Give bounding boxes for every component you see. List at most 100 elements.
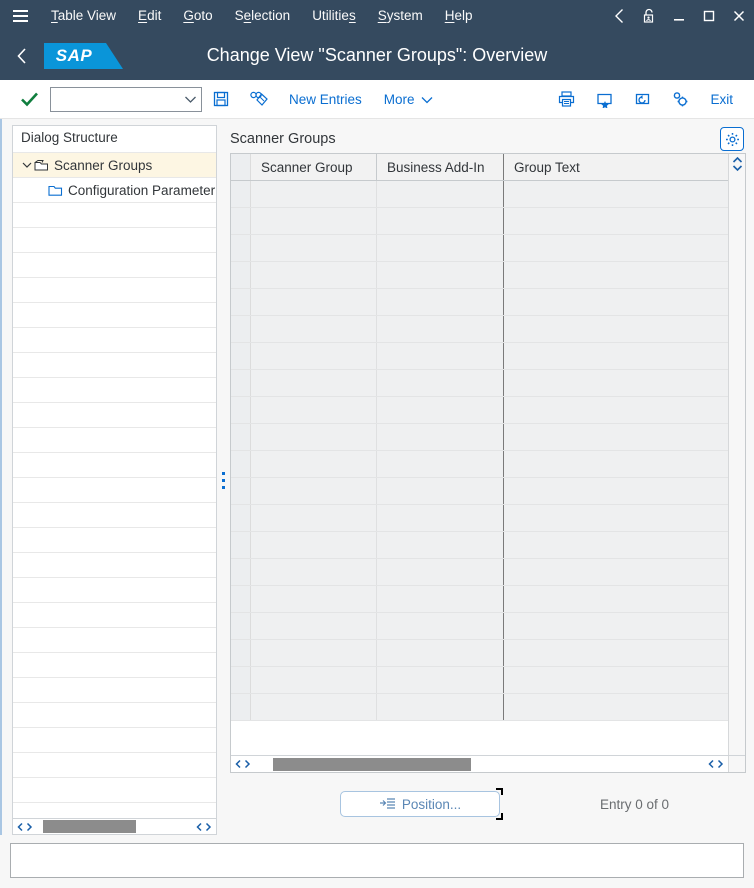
- new-entries-button[interactable]: New Entries: [278, 92, 373, 107]
- cell-business-add-in[interactable]: [377, 586, 504, 612]
- row-selector[interactable]: [231, 235, 251, 261]
- cell-business-add-in[interactable]: [377, 694, 504, 720]
- cell-business-add-in[interactable]: [377, 559, 504, 585]
- cell-group-text[interactable]: [504, 181, 728, 207]
- cell-group-text[interactable]: [504, 559, 728, 585]
- table-row[interactable]: [231, 586, 728, 613]
- table-row[interactable]: [231, 613, 728, 640]
- cell-group-text[interactable]: [504, 586, 728, 612]
- menu-item-help[interactable]: Help: [434, 0, 484, 31]
- close-icon[interactable]: [724, 0, 754, 31]
- row-selector[interactable]: [231, 181, 251, 207]
- save-floppy-icon[interactable]: [202, 82, 240, 116]
- column-header-scanner-group[interactable]: Scanner Group: [251, 154, 377, 180]
- cell-scanner-group[interactable]: [251, 208, 377, 234]
- cell-scanner-group[interactable]: [251, 640, 377, 666]
- table-row[interactable]: [231, 505, 728, 532]
- tree-horizontal-scrollbar[interactable]: [13, 818, 216, 834]
- grid-select-all-cell[interactable]: [231, 154, 251, 180]
- cell-business-add-in[interactable]: [377, 640, 504, 666]
- row-selector[interactable]: [231, 640, 251, 666]
- command-input[interactable]: [51, 88, 179, 111]
- chevron-down-icon[interactable]: [179, 95, 201, 104]
- scroll-left-right-icon[interactable]: [13, 822, 37, 832]
- cell-business-add-in[interactable]: [377, 532, 504, 558]
- cell-business-add-in[interactable]: [377, 505, 504, 531]
- cell-scanner-group[interactable]: [251, 613, 377, 639]
- scroll-left-right-icon[interactable]: [231, 759, 255, 769]
- position-button[interactable]: Position...: [340, 791, 500, 817]
- exit-button[interactable]: Exit: [699, 92, 744, 107]
- cell-group-text[interactable]: [504, 424, 728, 450]
- row-selector[interactable]: [231, 505, 251, 531]
- cell-business-add-in[interactable]: [377, 316, 504, 342]
- cell-scanner-group[interactable]: [251, 694, 377, 720]
- table-row[interactable]: [231, 397, 728, 424]
- grid-scroll-thumb[interactable]: [273, 758, 471, 771]
- print-icon[interactable]: [547, 82, 585, 116]
- row-selector[interactable]: [231, 262, 251, 288]
- cell-group-text[interactable]: [504, 208, 728, 234]
- cell-group-text[interactable]: [504, 397, 728, 423]
- cell-business-add-in[interactable]: [377, 343, 504, 369]
- table-row[interactable]: [231, 478, 728, 505]
- cell-business-add-in[interactable]: [377, 451, 504, 477]
- menu-item-edit[interactable]: Edit: [127, 0, 172, 31]
- command-field[interactable]: [50, 87, 202, 112]
- cell-business-add-in[interactable]: [377, 667, 504, 693]
- tree-item-scanner-groups[interactable]: Scanner Groups: [13, 152, 216, 177]
- more-menu-button[interactable]: More: [373, 92, 444, 107]
- table-row[interactable]: [231, 235, 728, 262]
- table-row[interactable]: [231, 262, 728, 289]
- hamburger-menu-icon[interactable]: [0, 0, 40, 31]
- cell-business-add-in[interactable]: [377, 181, 504, 207]
- table-row[interactable]: [231, 640, 728, 667]
- cell-business-add-in[interactable]: [377, 262, 504, 288]
- cell-scanner-group[interactable]: [251, 532, 377, 558]
- cell-group-text[interactable]: [504, 532, 728, 558]
- display-change-icon[interactable]: [240, 82, 278, 116]
- grid-horizontal-scrollbar[interactable]: [231, 755, 745, 772]
- table-row[interactable]: [231, 532, 728, 559]
- cell-group-text[interactable]: [504, 316, 728, 342]
- table-row[interactable]: [231, 559, 728, 586]
- status-message-input[interactable]: [11, 844, 743, 877]
- menu-item-system[interactable]: System: [367, 0, 434, 31]
- tree-item-configuration-parameter[interactable]: Configuration Parameter: [13, 177, 216, 202]
- grid-vertical-scrollbar[interactable]: [728, 154, 745, 755]
- cell-scanner-group[interactable]: [251, 586, 377, 612]
- minimize-icon[interactable]: [664, 0, 694, 31]
- cell-scanner-group[interactable]: [251, 181, 377, 207]
- table-row[interactable]: [231, 370, 728, 397]
- menu-item-utilities[interactable]: Utilities: [301, 0, 367, 31]
- cell-group-text[interactable]: [504, 478, 728, 504]
- cell-scanner-group[interactable]: [251, 316, 377, 342]
- scroll-left-right-icon[interactable]: [704, 759, 728, 769]
- cell-business-add-in[interactable]: [377, 370, 504, 396]
- cell-scanner-group[interactable]: [251, 451, 377, 477]
- chevron-down-icon[interactable]: [21, 161, 33, 169]
- cell-group-text[interactable]: [504, 451, 728, 477]
- table-row[interactable]: [231, 181, 728, 208]
- menu-item-selection[interactable]: Selection: [224, 0, 302, 31]
- table-row[interactable]: [231, 208, 728, 235]
- cell-scanner-group[interactable]: [251, 370, 377, 396]
- cell-group-text[interactable]: [504, 694, 728, 720]
- row-selector[interactable]: [231, 451, 251, 477]
- lock-user-icon[interactable]: [634, 0, 664, 31]
- row-selector[interactable]: [231, 613, 251, 639]
- cell-group-text[interactable]: [504, 235, 728, 261]
- row-selector[interactable]: [231, 316, 251, 342]
- cell-business-add-in[interactable]: [377, 613, 504, 639]
- cell-group-text[interactable]: [504, 289, 728, 315]
- row-selector[interactable]: [231, 343, 251, 369]
- table-row[interactable]: [231, 667, 728, 694]
- column-header-group-text[interactable]: Group Text: [504, 154, 728, 180]
- open-new-window-icon[interactable]: [623, 82, 661, 116]
- row-selector[interactable]: [231, 694, 251, 720]
- tree-scroll-track[interactable]: [37, 820, 192, 833]
- gear-icon[interactable]: [720, 127, 744, 151]
- column-header-business-add-in[interactable]: Business Add-In: [377, 154, 504, 180]
- table-row[interactable]: [231, 451, 728, 478]
- menu-item-table-view[interactable]: Table View: [40, 0, 127, 31]
